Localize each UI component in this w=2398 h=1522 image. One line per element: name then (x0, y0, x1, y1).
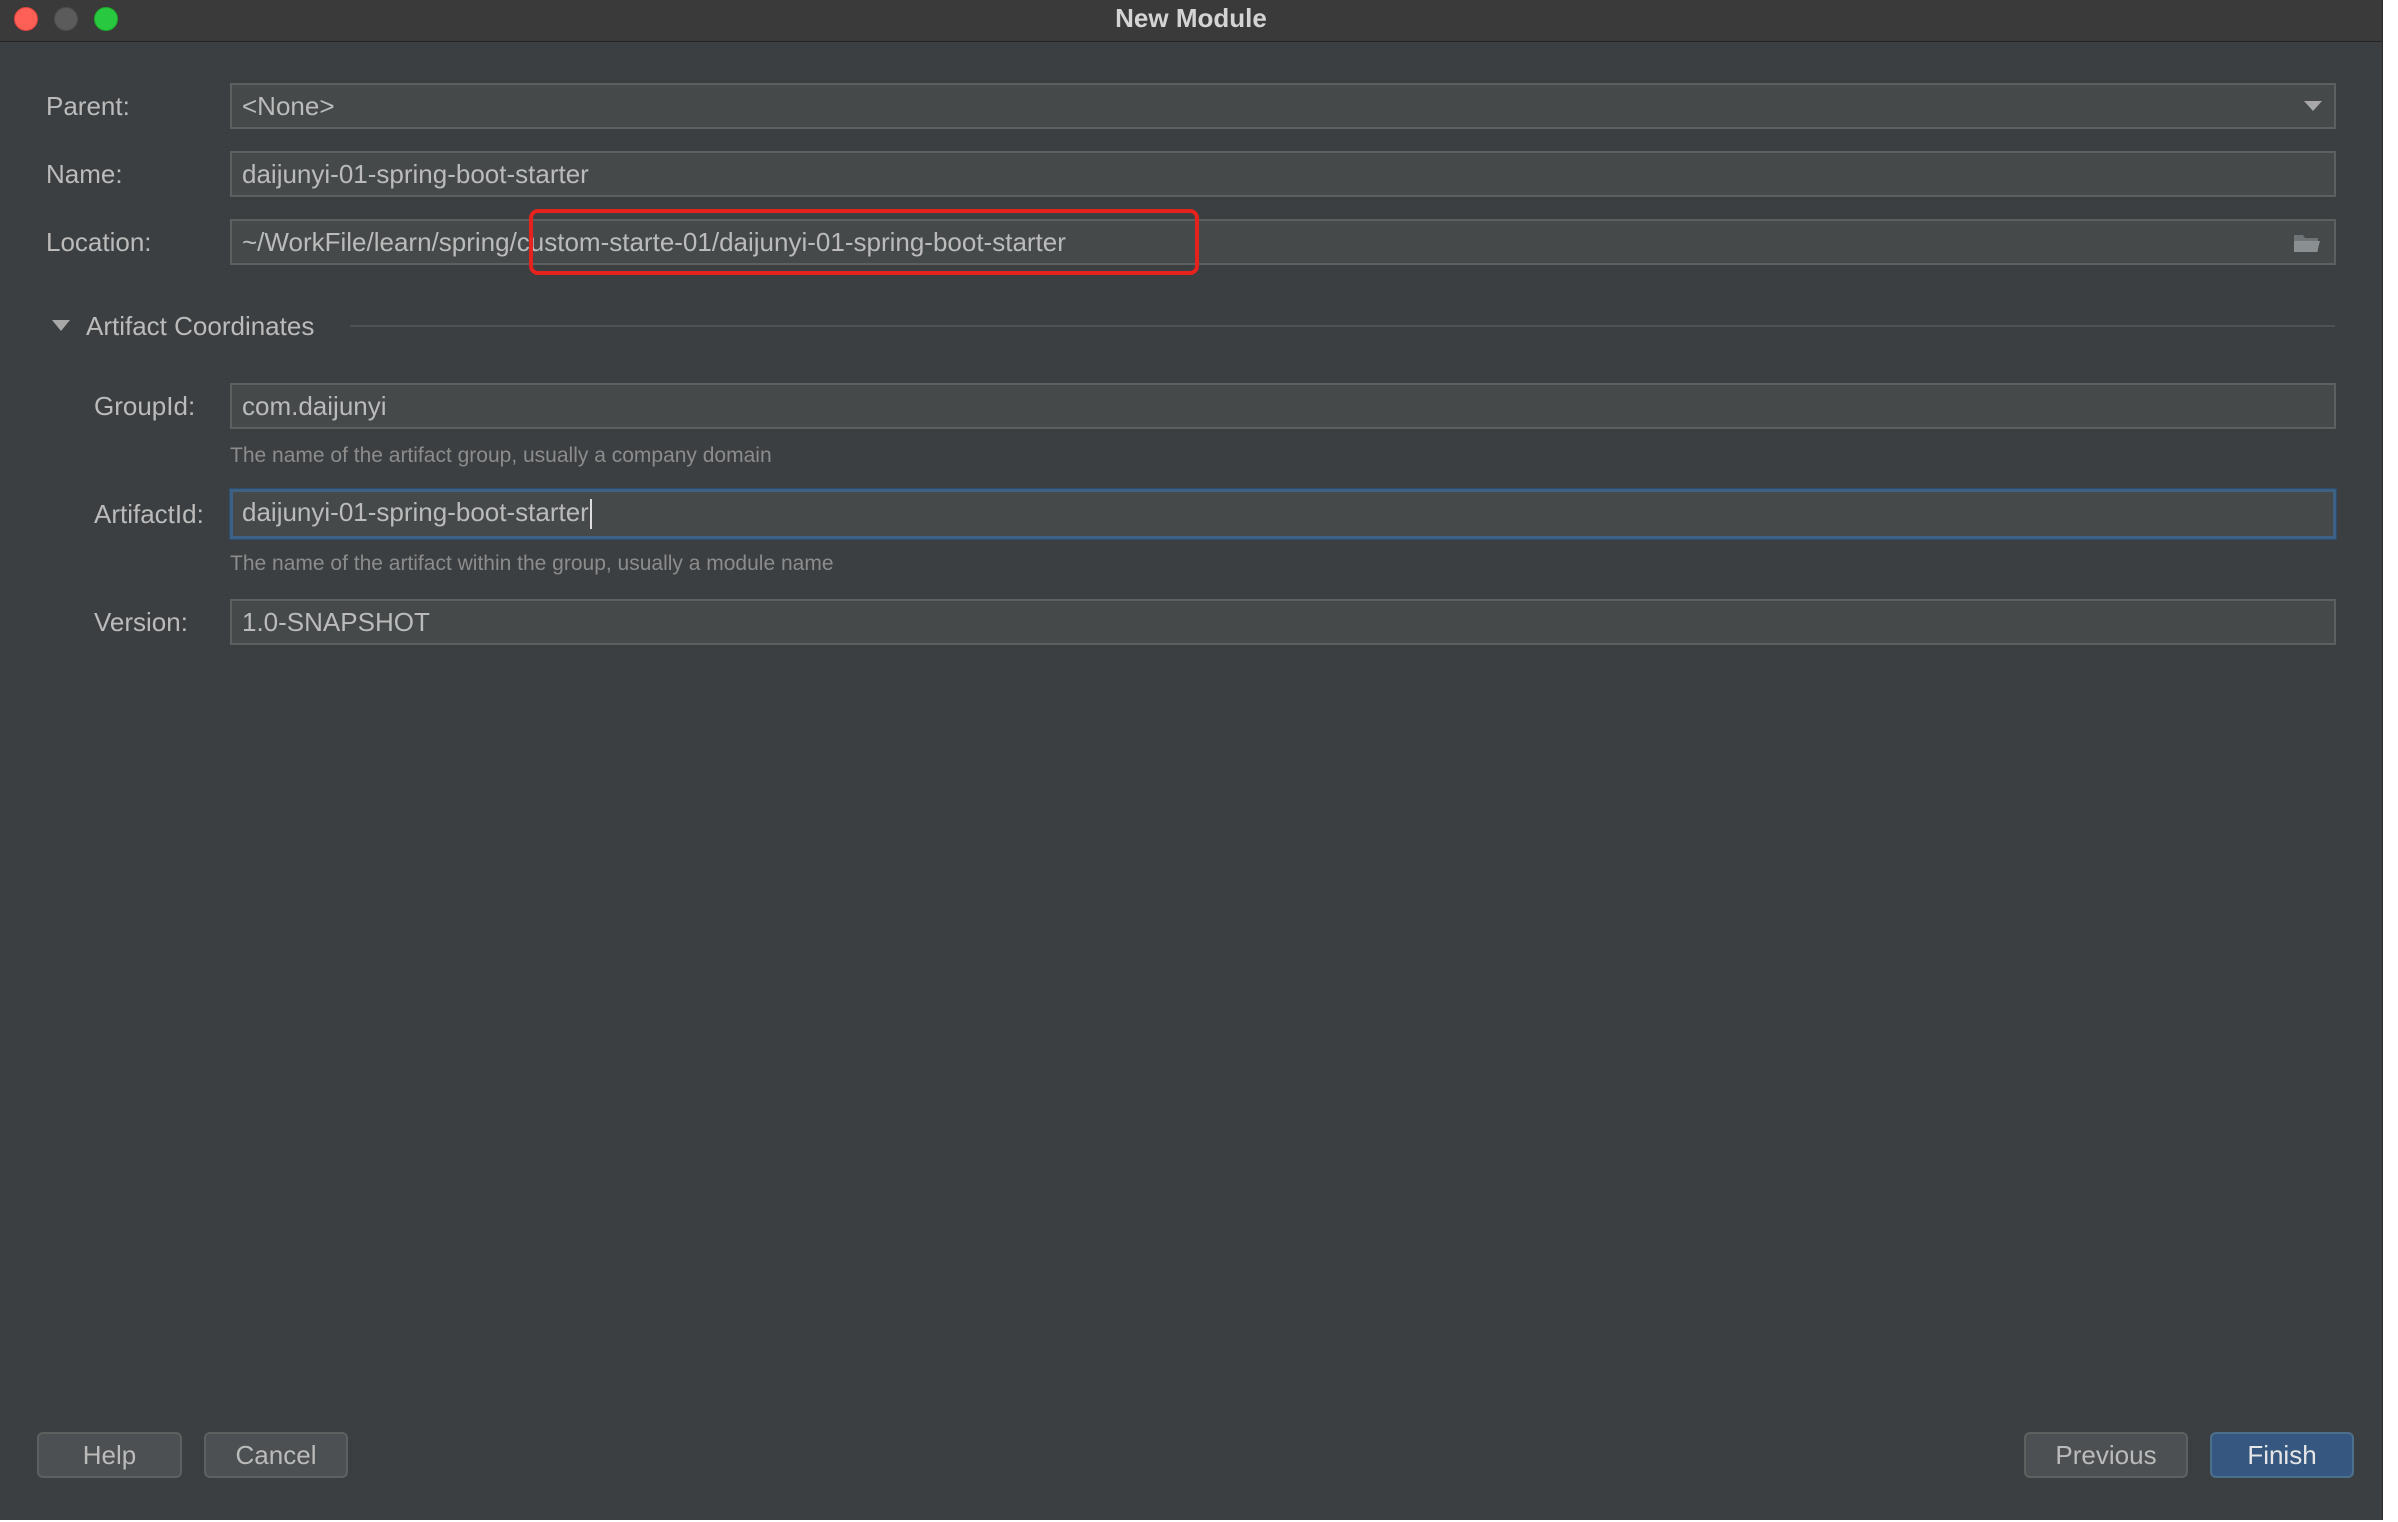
title-bar: New Module (0, 0, 2382, 42)
name-label: Name: (46, 159, 123, 189)
artifact-coordinates-title[interactable]: Artifact Coordinates (86, 303, 314, 349)
name-input[interactable]: daijunyi-01-spring-boot-starter (230, 151, 2336, 197)
annotation-highlight-box (529, 209, 1199, 275)
artifact-id-label: ArtifactId: (94, 499, 204, 529)
version-input[interactable]: 1.0-SNAPSHOT (230, 599, 2336, 645)
artifact-id-input-value: daijunyi-01-spring-boot-starter (242, 497, 589, 527)
group-id-input[interactable]: com.daijunyi (230, 383, 2336, 429)
version-label: Version: (94, 607, 188, 637)
chevron-down-icon[interactable] (2304, 101, 2322, 111)
help-button[interactable]: Help (37, 1432, 182, 1478)
cancel-button[interactable]: Cancel (204, 1432, 348, 1478)
artifact-id-input[interactable]: daijunyi-01-spring-boot-starter (230, 489, 2336, 539)
new-module-dialog: New Module Parent: <None> Name: daijunyi… (0, 0, 2383, 1520)
group-id-label: GroupId: (94, 391, 196, 421)
triangle-down-icon[interactable] (52, 320, 70, 331)
section-separator (350, 325, 2335, 327)
parent-select[interactable]: <None> (230, 83, 2336, 129)
window-title: New Module (1115, 3, 1267, 33)
parent-label: Parent: (46, 91, 130, 121)
previous-button[interactable]: Previous (2024, 1432, 2188, 1478)
finish-button[interactable]: Finish (2210, 1432, 2354, 1478)
folder-icon[interactable] (2292, 231, 2322, 255)
text-caret (589, 499, 592, 530)
group-id-hint: The name of the artifact group, usually … (230, 444, 772, 467)
parent-select-value: <None> (242, 91, 335, 121)
artifact-id-hint: The name of the artifact within the grou… (230, 552, 834, 575)
location-label: Location: (46, 227, 152, 257)
